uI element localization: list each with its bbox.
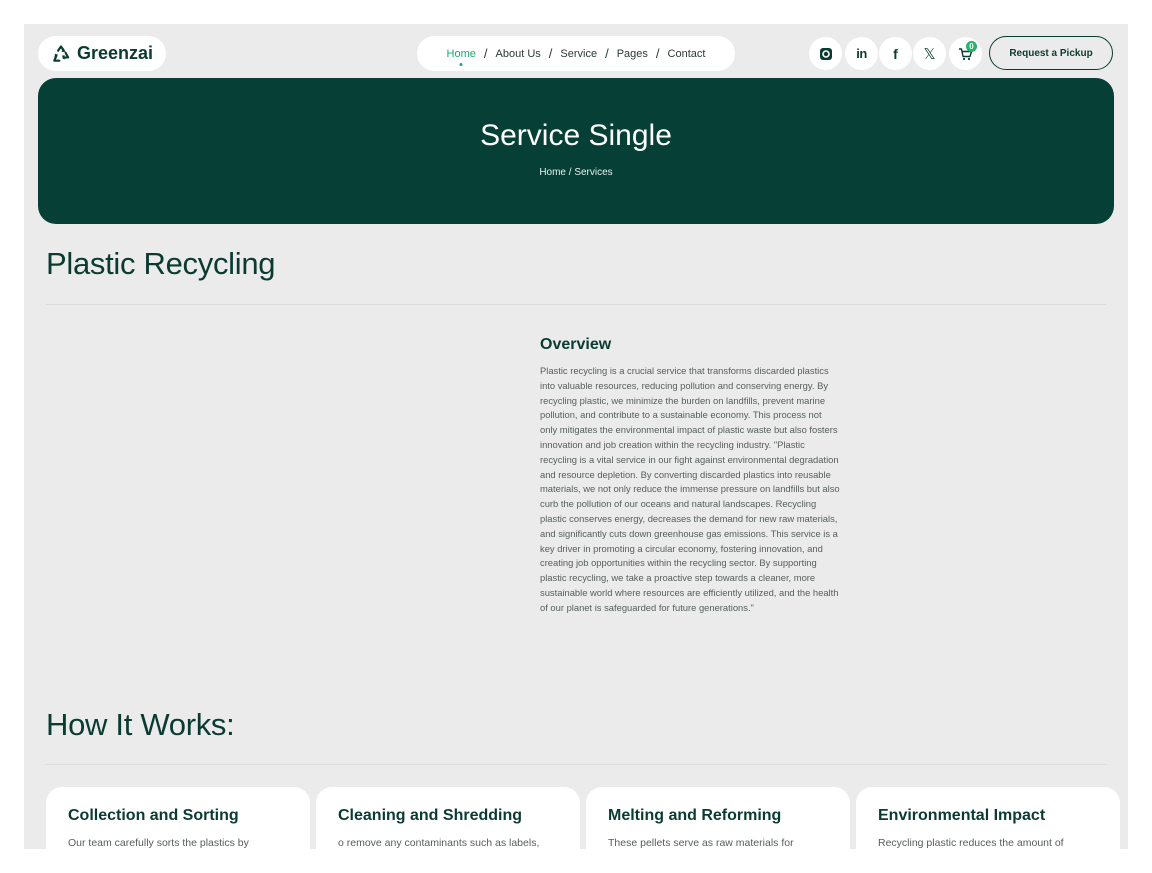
- step-card-title: Collection and Sorting: [68, 807, 239, 824]
- instagram-icon[interactable]: [809, 37, 842, 70]
- step-card-text: o remove any contaminants such as labels…: [338, 837, 540, 849]
- logo-text: Greenzai: [76, 43, 154, 63]
- step-card-title: Melting and Reforming: [608, 807, 782, 824]
- nav-contact[interactable]: Contact: [666, 48, 708, 60]
- step-card[interactable]: Collection and Sorting Our team carefull…: [46, 787, 310, 849]
- step-card[interactable]: Environmental Impact Recycling plastic r…: [856, 787, 1120, 849]
- linkedin-icon[interactable]: in: [845, 37, 878, 70]
- page-frame: Greenzai Home / About Us / Service / Pag…: [24, 24, 1128, 849]
- x-icon[interactable]: 𝕏: [913, 37, 946, 70]
- divider: [46, 304, 1106, 305]
- step-card[interactable]: Melting and Reforming These pellets serv…: [586, 787, 850, 849]
- nav-home[interactable]: Home: [445, 48, 478, 60]
- step-card-text: Our team carefully sorts the plastics by: [68, 837, 249, 849]
- nav-separator: /: [483, 46, 488, 61]
- cart-count-badge: 0: [966, 41, 977, 52]
- logo[interactable]: Greenzai: [38, 36, 166, 71]
- overview-section: Overview Plastic recycling is a crucial …: [540, 336, 840, 616]
- facebook-icon[interactable]: f: [879, 37, 912, 70]
- overview-heading: Overview: [540, 336, 612, 353]
- step-card-text: These pellets serve as raw materials for: [608, 837, 794, 849]
- step-card-title: Environmental Impact: [878, 807, 1046, 824]
- step-card-text: Recycling plastic reduces the amount of: [878, 837, 1064, 849]
- request-pickup-button[interactable]: Request a Pickup: [989, 36, 1113, 70]
- nav-service[interactable]: Service: [558, 48, 599, 60]
- breadcrumb: Home / Services: [539, 166, 613, 178]
- step-card[interactable]: Cleaning and Shredding o remove any cont…: [316, 787, 580, 849]
- nav-separator: /: [655, 46, 660, 61]
- recycle-icon: [53, 44, 70, 62]
- nav-about-us[interactable]: About Us: [494, 48, 543, 60]
- cart-icon[interactable]: 0: [949, 37, 982, 70]
- service-title: Plastic Recycling: [46, 246, 276, 281]
- step-card-title: Cleaning and Shredding: [338, 807, 523, 824]
- nav-separator: /: [548, 46, 553, 61]
- nav-pages[interactable]: Pages: [615, 48, 650, 60]
- hero-banner: Service Single Home / Services: [38, 78, 1114, 224]
- how-it-works-title: How It Works:: [46, 707, 235, 742]
- divider: [46, 764, 1106, 765]
- nav-separator: /: [605, 46, 609, 61]
- overview-text: Plastic recycling is a crucial service t…: [540, 365, 840, 613]
- page-title: Service Single: [480, 118, 672, 152]
- main-nav: Home / About Us / Service / Pages / Cont…: [417, 36, 735, 71]
